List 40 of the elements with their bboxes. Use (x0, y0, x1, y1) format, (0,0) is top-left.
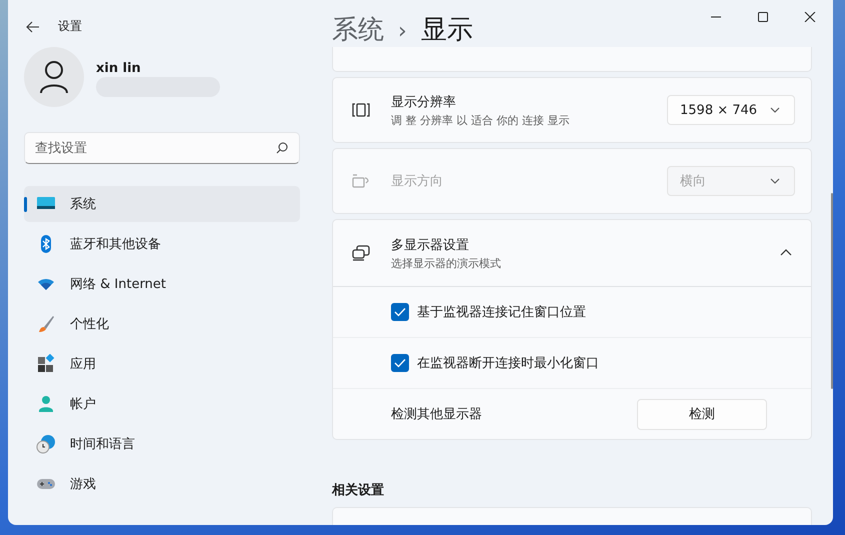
detect-button[interactable]: 检测 (637, 398, 767, 430)
monitors-icon (351, 243, 371, 263)
sidebar-item[interactable]: 网络 & Internet (24, 266, 300, 302)
sidebar-item[interactable]: 个性化 (24, 306, 300, 342)
breadcrumb-separator: › (398, 19, 407, 44)
scrollbar[interactable] (831, 193, 833, 389)
checkbox[interactable] (391, 354, 409, 372)
sidebar-item[interactable]: 蓝牙和其他设备 (24, 226, 300, 262)
person-icon (36, 394, 56, 414)
setting-title: 多显示器设置 (391, 236, 470, 254)
setting-label: 检测其他显示器 (391, 406, 483, 423)
setting-title: 显示方向 (391, 173, 444, 190)
checkbox-label: 在监视器断开连接时最小化窗口 (417, 355, 599, 372)
checkbox-label: 基于监视器连接记住窗口位置 (417, 304, 586, 321)
check-icon (394, 358, 406, 368)
dropdown[interactable]: 1598 × 746 (667, 95, 795, 125)
close-button[interactable] (804, 12, 816, 22)
person-icon (39, 60, 69, 94)
sidebar-item[interactable]: 应用 (24, 346, 300, 382)
search-field[interactable]: 查找设置 (24, 132, 300, 164)
setting-title: 显示分辨率 (391, 94, 457, 110)
sidebar-item[interactable]: 游戏 (24, 466, 300, 502)
apps-icon (36, 354, 56, 374)
check-icon (394, 307, 406, 317)
brush-icon (36, 314, 56, 334)
window-title: 设置 (58, 18, 82, 35)
breadcrumb-link[interactable]: 系统 (332, 12, 384, 47)
checkbox[interactable] (391, 303, 409, 321)
globe-clock-icon (36, 434, 56, 454)
user-name: xin lin (96, 61, 142, 76)
page-title: 显示 (420, 14, 473, 47)
sidebar-item[interactable]: 帐户 (24, 386, 300, 422)
section-heading: 相关设置 (332, 482, 385, 499)
sidebar-item[interactable]: 系统 (24, 186, 300, 222)
sidebar-item[interactable]: 时间和语言 (24, 426, 300, 462)
setting-subtitle: 调 整 分辨率 以 适合 你的 连接 显示 (391, 112, 570, 128)
search-icon[interactable] (276, 142, 288, 154)
back-icon[interactable] (26, 20, 40, 34)
maximize-button[interactable] (756, 12, 768, 22)
setting-subtitle: 选择显示器的演示模式 (391, 256, 502, 270)
